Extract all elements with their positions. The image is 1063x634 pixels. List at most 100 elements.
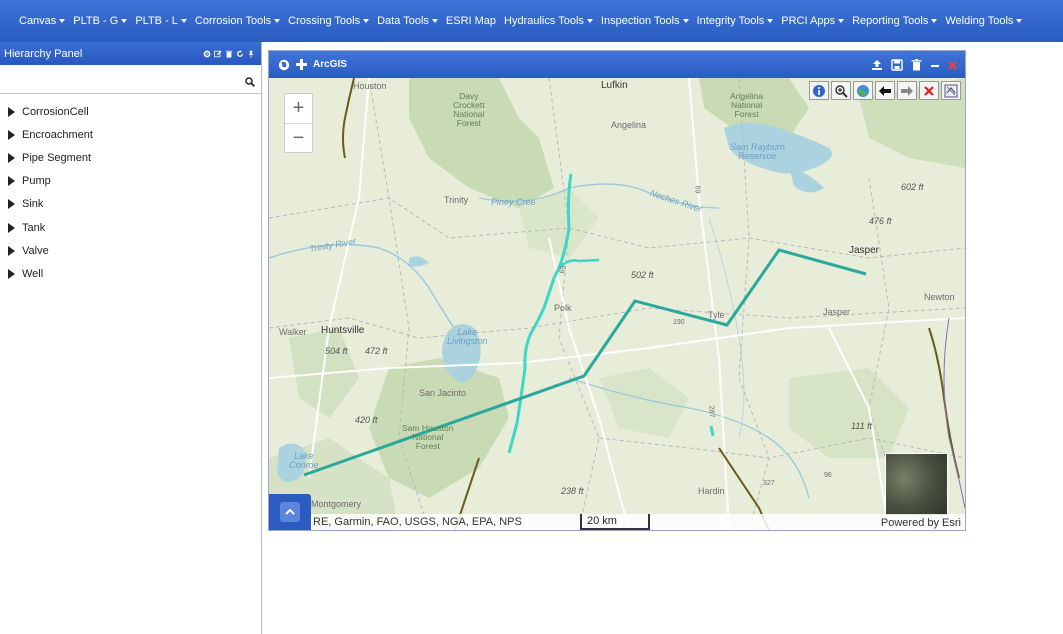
hierarchy-panel: Hierarchy Panel CorrosionCell Encroachmen… (0, 42, 262, 634)
caret-down-icon (838, 19, 845, 23)
highway-shield: 59 (557, 265, 565, 274)
caret-down-icon (931, 19, 938, 23)
basemap-layer (269, 78, 965, 530)
map-label: Angelina National Forest (730, 91, 764, 119)
expand-triangle-icon[interactable] (8, 222, 15, 233)
nav-item-integrity-tools[interactable]: Integrity Tools (697, 15, 774, 27)
zoom-out-button[interactable]: − (285, 123, 312, 152)
nav-item-data-tools[interactable]: Data Tools (377, 15, 438, 27)
expand-triangle-icon[interactable] (8, 245, 15, 256)
tree-item-pump[interactable]: Pump (0, 170, 261, 193)
nav-item-welding-tools[interactable]: Welding Tools (945, 15, 1023, 27)
caret-down-icon (180, 19, 187, 23)
map-toolbar (809, 81, 961, 100)
trash-icon[interactable] (225, 50, 233, 58)
zoom-in-button[interactable]: + (285, 94, 312, 123)
map-label: Huntsville (321, 325, 365, 336)
top-nav-bar: Canvas PLTB - G PLTB - L Corrosion Tools Cro… (0, 0, 1063, 42)
nav-item-pltb-g[interactable]: PLTB - G (73, 15, 128, 27)
tree-item-valve[interactable]: Valve (0, 239, 261, 262)
search-icon[interactable] (245, 77, 255, 87)
map-label: 472 ft (365, 346, 388, 356)
refresh-icon[interactable] (236, 49, 244, 58)
identify-button[interactable] (809, 81, 829, 100)
map-label: Newton (924, 292, 955, 302)
tree-item-corrosioncell[interactable]: CorrosionCell (0, 100, 261, 123)
nav-item-label: Reporting Tools (852, 15, 929, 27)
expand-triangle-icon[interactable] (8, 268, 15, 279)
nav-item-corrosion-tools[interactable]: Corrosion Tools (195, 15, 281, 27)
hierarchy-search-input[interactable] (0, 72, 245, 92)
minimize-icon[interactable] (930, 59, 940, 71)
globe-icon[interactable] (278, 59, 290, 71)
expand-triangle-icon[interactable] (8, 106, 15, 117)
edit-icon[interactable] (214, 49, 222, 58)
previous-extent-button[interactable] (875, 81, 895, 100)
nav-item-reporting-tools[interactable]: Reporting Tools (852, 15, 938, 27)
tree-item-label: Encroachment (22, 128, 93, 141)
tree-item-encroachment[interactable]: Encroachment (0, 123, 261, 146)
map-label: 476 ft (869, 216, 892, 226)
map-label: Jasper (849, 245, 880, 256)
caret-down-icon (1016, 19, 1023, 23)
nav-item-label: Welding Tools (945, 15, 1014, 27)
map-label: Hardin (698, 486, 725, 496)
map-label: Piney Cree (491, 197, 536, 207)
gear-icon[interactable] (203, 50, 211, 58)
map-label: Montgomery (311, 499, 362, 509)
tree-item-tank[interactable]: Tank (0, 216, 261, 239)
nav-item-pltb-l[interactable]: PLTB - L (135, 15, 187, 27)
caret-down-icon (121, 19, 128, 23)
nav-item-prci-apps[interactable]: PRCI Apps (781, 15, 845, 27)
expand-panel-button[interactable] (269, 494, 311, 530)
basemap-toggle[interactable] (885, 453, 948, 516)
arrow-right-icon (901, 85, 913, 96)
map-label: Trinity (444, 195, 469, 205)
layers-icon (944, 84, 958, 97)
nav-item-label: PLTB - G (73, 15, 119, 27)
expand-triangle-icon[interactable] (8, 129, 15, 140)
hierarchy-tree: CorrosionCell Encroachment Pipe Segment Pum… (0, 94, 261, 286)
nav-item-esri-map[interactable]: ESRI Map (446, 15, 496, 27)
hierarchy-panel-title: Hierarchy Panel (4, 47, 83, 60)
map-label: San Jacinto (419, 388, 467, 398)
full-extent-button[interactable] (853, 81, 873, 100)
nav-item-crossing-tools[interactable]: Crossing Tools (288, 15, 370, 27)
map-label: Houston (353, 81, 387, 91)
nav-item-label: PRCI Apps (781, 15, 836, 27)
map-label: 238 ft (561, 486, 584, 496)
expand-triangle-icon[interactable] (8, 176, 15, 187)
map-canvas[interactable]: Houston Lufkin Davy Crockett National Fo… (269, 78, 965, 530)
map-label: Sam Houston National Forest (402, 423, 454, 451)
trash-icon[interactable] (911, 58, 922, 71)
tree-item-label: CorrosionCell (22, 105, 89, 118)
zoom-box-button[interactable] (831, 81, 851, 100)
clear-button[interactable] (919, 81, 939, 100)
expand-triangle-icon[interactable] (8, 199, 15, 210)
tree-item-well[interactable]: Well (0, 262, 261, 285)
expand-triangle-icon[interactable] (8, 152, 15, 163)
tree-item-sink[interactable]: Sink (0, 193, 261, 216)
nav-item-label: Inspection Tools (600, 15, 680, 27)
pin-icon[interactable] (247, 50, 255, 58)
nav-item-label: Hydraulics Tools (504, 15, 584, 27)
save-icon[interactable] (891, 58, 903, 71)
close-icon (924, 85, 934, 96)
close-icon[interactable] (948, 59, 957, 71)
nav-item-label: Crossing Tools (288, 15, 361, 27)
hierarchy-panel-header: Hierarchy Panel (0, 42, 261, 65)
nav-item-hydraulics-tools[interactable]: Hydraulics Tools (504, 15, 593, 27)
chevron-up-icon (285, 508, 295, 515)
nav-item-inspection-tools[interactable]: Inspection Tools (601, 15, 689, 27)
nav-item-label: Integrity Tools (696, 15, 765, 27)
tree-item-label: Sink (22, 198, 44, 211)
layers-button[interactable] (941, 81, 961, 100)
next-extent-button[interactable] (897, 81, 917, 100)
upload-icon[interactable] (871, 59, 883, 71)
nav-item-canvas[interactable]: Canvas (19, 15, 66, 27)
map-label: Lufkin (601, 80, 628, 91)
caret-down-icon (59, 19, 66, 23)
magnifier-plus-icon (835, 84, 848, 98)
add-icon[interactable] (296, 59, 307, 70)
tree-item-pipe-segment[interactable]: Pipe Segment (0, 146, 261, 169)
